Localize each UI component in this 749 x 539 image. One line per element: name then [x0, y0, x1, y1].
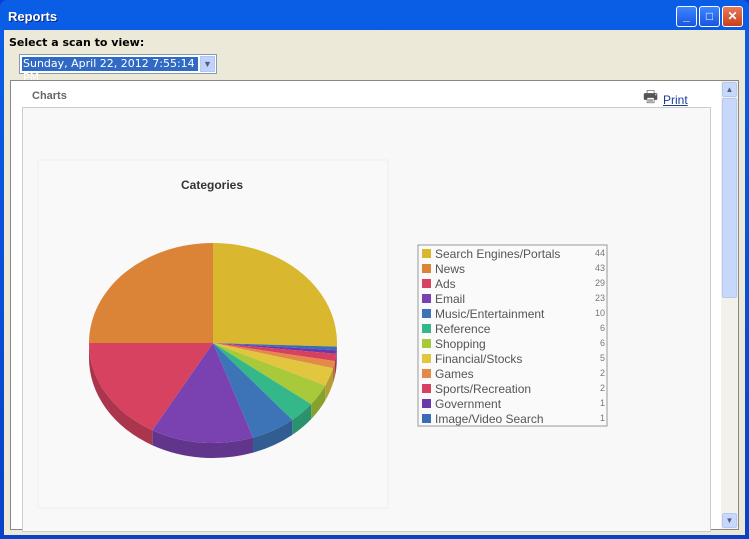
- legend-value: 6: [600, 323, 605, 333]
- legend-label: Sports/Recreation: [435, 382, 531, 396]
- legend-label: Image/Video Search: [435, 412, 544, 426]
- legend-swatch: [422, 414, 431, 423]
- chart-title: Categories: [181, 178, 243, 192]
- window-body: Select a scan to view: Sunday, April 22,…: [4, 30, 745, 535]
- reports-window: Reports _ □ ✕ Select a scan to view: Sun…: [0, 0, 749, 539]
- legend-value: 44: [595, 248, 605, 258]
- legend-swatch: [422, 309, 431, 318]
- legend-label: Financial/Stocks: [435, 352, 522, 366]
- scroll-thumb[interactable]: [722, 98, 737, 298]
- vertical-scrollbar[interactable]: ▲ ▼: [721, 81, 738, 529]
- legend-value: 2: [600, 383, 605, 393]
- report-panel: Charts 🖶 Print Categories Search Engines/…: [10, 80, 739, 532]
- legend-value: 23: [595, 293, 605, 303]
- legend-value: 43: [595, 263, 605, 273]
- legend-label: Ads: [435, 277, 456, 291]
- scan-dropdown[interactable]: Sunday, April 22, 2012 7:55:14 PM ▼: [19, 54, 217, 84]
- legend-label: Email: [435, 292, 465, 306]
- close-button[interactable]: ✕: [722, 6, 743, 27]
- maximize-button[interactable]: □: [699, 6, 720, 27]
- window-title: Reports: [8, 9, 58, 24]
- legend-label: News: [435, 262, 465, 276]
- legend-value: 10: [595, 308, 605, 318]
- print-label[interactable]: Print: [663, 93, 688, 107]
- pie-chart: Categories Search Engines/Portals 44 News 43…: [37, 159, 608, 509]
- legend-value: 1: [600, 398, 605, 408]
- legend-label: Shopping: [435, 337, 486, 351]
- legend-label: Music/Entertainment: [435, 307, 545, 321]
- legend-swatch: [422, 249, 431, 258]
- legend-swatch: [422, 264, 431, 273]
- legend-swatch: [422, 294, 431, 303]
- legend-value: 5: [600, 353, 605, 363]
- scroll-down-button[interactable]: ▼: [722, 513, 737, 528]
- legend-label: Reference: [435, 322, 491, 336]
- chart-area: Categories Search Engines/Portals 44 News 43…: [22, 107, 711, 532]
- scroll-up-button[interactable]: ▲: [722, 82, 737, 97]
- legend-swatch: [422, 279, 431, 288]
- minimize-button[interactable]: _: [676, 6, 697, 27]
- legend-value: 2: [600, 368, 605, 378]
- legend-value: 1: [600, 413, 605, 423]
- legend-swatch: [422, 399, 431, 408]
- legend-value: 6: [600, 338, 605, 348]
- legend-swatch: [422, 354, 431, 363]
- legend-swatch: [422, 369, 431, 378]
- legend-label: Government: [435, 397, 502, 411]
- chevron-down-icon[interactable]: ▼: [200, 56, 215, 72]
- legend-swatch: [422, 324, 431, 333]
- legend-swatch: [422, 384, 431, 393]
- scan-select-label: Select a scan to view:: [9, 36, 145, 49]
- legend-swatch: [422, 339, 431, 348]
- legend-value: 29: [595, 278, 605, 288]
- legend-label: Games: [435, 367, 474, 381]
- charts-heading: Charts: [32, 90, 67, 102]
- legend-label: Search Engines/Portals: [435, 247, 560, 261]
- scan-dropdown-value: Sunday, April 22, 2012 7:55:14 PM: [22, 57, 198, 84]
